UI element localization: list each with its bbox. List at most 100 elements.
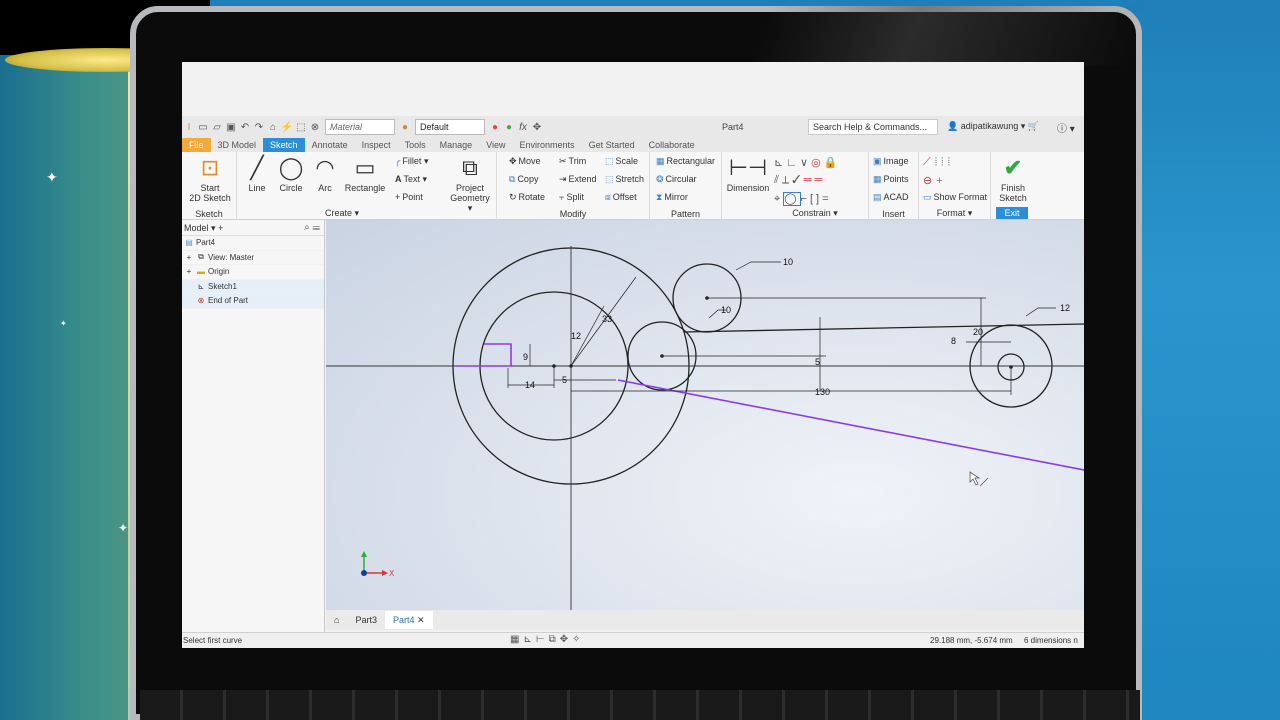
dim-label-10-small[interactable]: 10	[721, 305, 731, 315]
search-icon[interactable]: ⌕	[304, 222, 310, 233]
user-account[interactable]: 👤 adipatikawung ▾ 🛒	[947, 121, 1039, 132]
tab-get-started[interactable]: Get Started	[582, 138, 642, 152]
undo-icon[interactable]: ↶	[238, 122, 252, 133]
dim-label-33[interactable]: 33	[602, 314, 612, 324]
image-button[interactable]: ▣ Image	[873, 156, 909, 167]
dim-label-10-top[interactable]: 10	[783, 257, 793, 267]
app-logo-icon[interactable]: I	[182, 122, 196, 133]
offset-button[interactable]: ⧈ Offset	[605, 192, 637, 203]
fillet-button[interactable]: ╭ Fillet ▾	[395, 156, 428, 167]
dim-label-14[interactable]: 14	[525, 380, 535, 390]
tab-annotate[interactable]: Annotate	[305, 138, 355, 152]
construction-button[interactable]: ⟋⦙⦙⦙	[923, 156, 954, 169]
tab-tools[interactable]: Tools	[398, 138, 433, 152]
panel-title-format[interactable]: Format ▾	[919, 208, 990, 219]
project-geometry-button[interactable]: ⧉ Project Geometry ▾	[447, 156, 493, 214]
stretch-button[interactable]: ⬚ Stretch	[605, 174, 644, 185]
select-icon[interactable]: ⬚	[294, 122, 308, 133]
stretch-icon: ⬚	[605, 174, 614, 184]
line-button[interactable]: ╱ Line	[243, 156, 271, 194]
tree-item-view[interactable]: + ⧉ View: Master	[182, 251, 324, 265]
appearance-icon[interactable]: ●	[398, 122, 412, 133]
doc-tab-part4[interactable]: Part4 ✕	[384, 611, 433, 629]
center-point-button[interactable]: ⊖+	[923, 174, 947, 187]
snap-icon[interactable]: ⊾	[523, 634, 535, 645]
update-icon[interactable]: ⚡	[280, 122, 294, 133]
status-tools[interactable]: ▦⊾⊢⧉✥✧	[510, 634, 584, 645]
home-tab-icon[interactable]: ⌂	[326, 611, 347, 629]
save-icon[interactable]: ▣	[224, 122, 238, 133]
color-override-icon[interactable]: ●	[488, 122, 502, 133]
dim-label-5-mid[interactable]: 5	[815, 357, 820, 367]
circle-button[interactable]: ◯ Circle	[277, 156, 305, 194]
finish-sketch-button[interactable]: ✔ Finish Sketch	[995, 156, 1031, 204]
browser-title[interactable]: Model	[184, 223, 209, 233]
points-button[interactable]: ▦ Points	[873, 174, 909, 185]
rectangular-pattern-button[interactable]: ▦ Rectangular	[656, 156, 715, 167]
tree-item-sketch[interactable]: ⊾ Sketch1	[182, 279, 324, 294]
copy-button[interactable]: ⧉ Copy	[509, 174, 538, 185]
constraint-inference-icon[interactable]: ⊢	[536, 634, 549, 645]
clear-appearance-icon[interactable]: ⊗	[308, 122, 322, 133]
more-icon[interactable]: ✥	[530, 122, 544, 133]
new-icon[interactable]: ▭	[196, 122, 210, 133]
tree-item-part[interactable]: ▤ Part4	[182, 236, 324, 251]
sketch-canvas[interactable]: 10 10 12 12 33 20 8 9 14 5 5 130 X	[326, 220, 1084, 610]
auto-project-icon[interactable]: ✥	[560, 634, 572, 645]
show-format-button[interactable]: ▭ Show Format	[923, 192, 987, 203]
show-constraints-icon[interactable]: ✧	[572, 634, 584, 645]
dim-label-8[interactable]: 8	[951, 336, 956, 346]
grid-icon[interactable]: ▦	[510, 634, 523, 645]
tab-collaborate[interactable]: Collaborate	[642, 138, 702, 152]
split-button[interactable]: ⫟ Split	[559, 192, 584, 203]
tab-inspect[interactable]: Inspect	[355, 138, 398, 152]
home-icon[interactable]: ⌂	[266, 122, 280, 133]
tab-file[interactable]: File	[182, 138, 211, 152]
move-button[interactable]: ✥ Move	[509, 156, 541, 167]
panel-title-constrain[interactable]: Constrain ▾	[762, 208, 868, 219]
mirror-button[interactable]: ⧗ Mirror	[656, 192, 688, 203]
open-icon[interactable]: ▱	[210, 122, 224, 133]
add-icon[interactable]: +	[218, 223, 223, 233]
tab-view[interactable]: View	[479, 138, 512, 152]
dim-label-5-left[interactable]: 5	[562, 375, 567, 385]
doc-tab-part3[interactable]: Part3	[347, 611, 385, 629]
dim-label-12-center[interactable]: 12	[571, 331, 581, 341]
constraint-icons-row2[interactable]: ⫽⊥✓══	[774, 174, 825, 187]
rectangle-button[interactable]: ▭ Rectangle	[343, 156, 387, 194]
fx-icon[interactable]: fx	[516, 122, 530, 133]
help-icon[interactable]: ⓘ ▾	[1057, 120, 1075, 135]
constraint-icons-row1[interactable]: ⊾∟∨◎🔒	[774, 156, 840, 169]
circular-pattern-button[interactable]: ❂ Circular	[656, 174, 697, 185]
adjust-icon[interactable]: ●	[502, 122, 516, 133]
tab-environments[interactable]: Environments	[513, 138, 582, 152]
constraint-icons-row3[interactable]: ⌖◯⌐[]=	[774, 192, 832, 206]
menu-icon[interactable]: ☰	[313, 222, 321, 233]
tab-sketch[interactable]: Sketch	[263, 138, 305, 152]
tree-item-end-of-part[interactable]: ⊗ End of Part	[182, 294, 324, 309]
close-icon[interactable]: ✕	[417, 615, 425, 625]
search-input[interactable]: Search Help & Commands...	[808, 119, 938, 135]
text-button[interactable]: A Text ▾	[395, 174, 427, 185]
material-select[interactable]: Material	[325, 119, 395, 135]
scale-button[interactable]: ⬚ Scale	[605, 156, 638, 167]
redo-icon[interactable]: ↷	[252, 122, 266, 133]
dimension-button[interactable]: ⊢⊣ Dimension	[726, 156, 770, 194]
start-2d-sketch-button[interactable]: ⊡ Start 2D Sketch	[186, 156, 234, 204]
dim-label-9[interactable]: 9	[523, 352, 528, 362]
panel-title-create[interactable]: Create ▾	[237, 208, 447, 219]
point-button[interactable]: + Point	[395, 192, 423, 202]
acad-button[interactable]: ▤ ACAD	[873, 192, 909, 203]
tab-manage[interactable]: Manage	[433, 138, 480, 152]
tree-item-origin[interactable]: + ▬ Origin	[182, 265, 324, 280]
extend-button[interactable]: ⇥ Extend	[559, 174, 597, 185]
rotate-button[interactable]: ↻ Rotate	[509, 192, 545, 203]
tab-3d-model[interactable]: 3D Model	[211, 138, 264, 152]
dim-label-12-right[interactable]: 12	[1060, 303, 1070, 313]
dim-label-130[interactable]: 130	[815, 387, 830, 397]
appearance-select[interactable]: Default	[415, 119, 485, 135]
persist-icon[interactable]: ⧉	[549, 634, 560, 645]
trim-button[interactable]: ✂ Trim	[559, 156, 586, 167]
arc-button[interactable]: ◠ Arc	[311, 156, 339, 194]
dim-label-20[interactable]: 20	[973, 327, 983, 337]
